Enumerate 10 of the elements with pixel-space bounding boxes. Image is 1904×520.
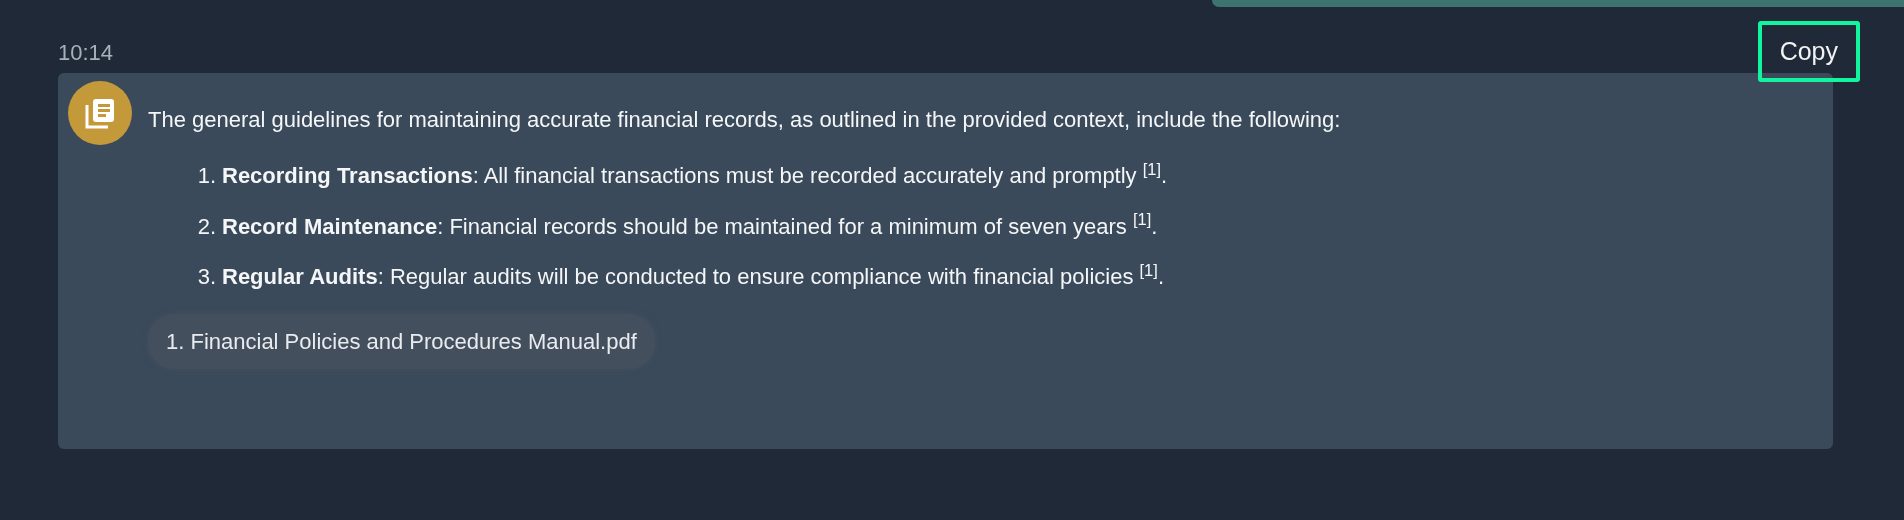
list-item-text: Record Maintenance: Financial records should be maintained for a minimum of seven years $^{[1]}$. [222, 212, 1158, 241]
source-chip[interactable]: 1. Financial Policies and Procedures Manual.pdf [148, 313, 655, 369]
message-text: The general guidelines for maintaining accurate financial records, as outlined in the provided context, include the following: [148, 106, 1342, 134]
copy-button[interactable]: Copy [1757, 21, 1860, 82]
message-time: 10:14 [58, 39, 114, 67]
list-number: 3. [196, 263, 216, 292]
list-number: 2. [196, 212, 216, 241]
list-number: 1. [196, 162, 216, 190]
list-item-text: Recording Transactions: All financial transactions must be recorded accurately and promptly $^{[1]}$. [222, 162, 1168, 190]
list-item-text: Regular Audits: Regular audits will be conducted to ensure compliance with financial policies $^{[1]}$. [222, 263, 1164, 292]
